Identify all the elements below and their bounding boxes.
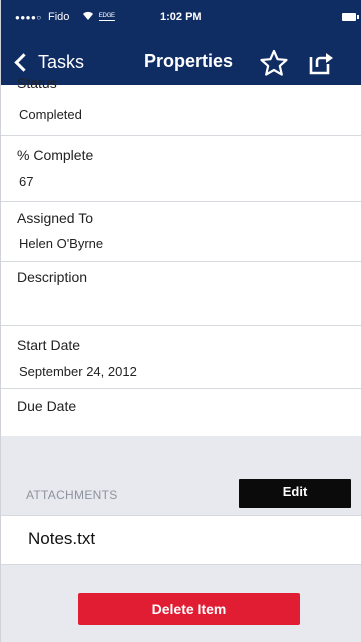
carrier-name: Fido [48, 11, 70, 23]
page-title: Properties [144, 51, 234, 71]
attachments-section: ATTACHMENTS Edit Notes.txt Delete Item [1, 436, 361, 642]
wifi-icon [82, 9, 94, 24]
property-start-date: Start Date September 24, 2012 [1, 326, 361, 389]
back-label: Tasks [38, 51, 85, 72]
due-date-label: Due Date [17, 398, 77, 414]
back-button[interactable]: Tasks [11, 49, 84, 75]
status-time: 1:02 PM [160, 11, 202, 23]
property-due-date: Due Date [1, 389, 361, 426]
share-icon [309, 53, 333, 75]
status-value: Completed [19, 107, 82, 122]
signal-strength: ●●●●○ [15, 13, 42, 22]
assigned-to-label: Assigned To [17, 210, 94, 226]
property-percent-complete: % Complete 67 [1, 136, 361, 202]
properties-list: Status Completed % Complete 67 Assigned … [1, 75, 361, 426]
status-bar: ●●●●○ Fido ᴱᴰᴳᴱ 1:02 PM [1, 0, 361, 40]
chevron-left-icon [14, 52, 33, 72]
assigned-to-value[interactable]: Helen O'Byrne [19, 236, 103, 251]
attachments-header: ATTACHMENTS [26, 488, 118, 502]
star-icon [260, 49, 288, 76]
favorite-button[interactable] [259, 48, 289, 78]
start-date-value: September 24, 2012 [19, 364, 137, 379]
edit-attachments-button[interactable]: Edit [239, 479, 351, 508]
percent-complete-label: % Complete [17, 147, 94, 163]
network-type: ᴱᴰᴳᴱ [99, 11, 115, 21]
share-button[interactable] [305, 48, 335, 78]
top-bar: ●●●●○ Fido ᴱᴰᴳᴱ 1:02 PM Tasks Properties [1, 0, 361, 85]
status-label: Status [17, 75, 57, 91]
attachment-name: Notes.txt [28, 529, 96, 548]
phone-screen: ●●●●○ Fido ᴱᴰᴳᴱ 1:02 PM Tasks Properties [0, 0, 361, 642]
description-label: Description [17, 269, 88, 285]
property-description: Description [1, 262, 361, 326]
attachment-item[interactable]: Notes.txt [1, 515, 361, 565]
start-date-label: Start Date [17, 337, 81, 353]
delete-item-button[interactable]: Delete Item [78, 593, 300, 625]
percent-complete-value: 67 [19, 174, 34, 189]
battery-icon [342, 13, 359, 21]
property-assigned-to: Assigned To Helen O'Byrne [1, 202, 361, 262]
property-status: Status Completed [1, 75, 361, 136]
